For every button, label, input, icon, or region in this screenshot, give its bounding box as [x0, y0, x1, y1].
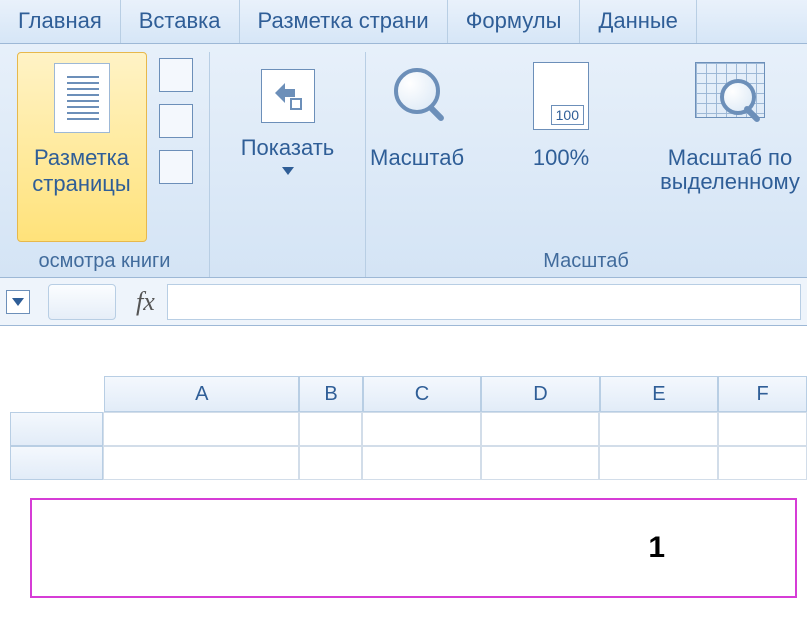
cell[interactable] — [481, 412, 600, 446]
group-label-zoom: Масштаб — [543, 250, 629, 273]
tab-insert[interactable]: Вставка — [121, 0, 240, 43]
cell[interactable] — [299, 446, 362, 480]
zoom-100-button[interactable]: 100% — [501, 62, 621, 194]
group-show: Показать — [210, 52, 366, 277]
tab-formulas[interactable]: Формулы — [448, 0, 581, 43]
doc-100-icon — [533, 62, 589, 130]
cell[interactable] — [362, 412, 481, 446]
worksheet-area: A B C D E F 1 — [0, 326, 807, 598]
grid-zoom-icon — [695, 62, 765, 118]
cell[interactable] — [718, 446, 807, 480]
col-header-E[interactable]: E — [600, 376, 718, 412]
cell[interactable] — [362, 446, 481, 480]
name-box-dropdown[interactable] — [6, 290, 30, 314]
cell[interactable] — [718, 412, 807, 446]
tab-home[interactable]: Главная — [0, 0, 121, 43]
table-row — [10, 412, 807, 446]
cell[interactable] — [481, 446, 600, 480]
page-number: 1 — [648, 531, 665, 565]
page-header-section[interactable]: 1 — [30, 498, 797, 598]
magnifier-icon — [394, 68, 440, 114]
menu-tabs: Главная Вставка Разметка страни Формулы … — [0, 0, 807, 44]
view-small-3-icon[interactable] — [159, 150, 193, 184]
col-header-F[interactable]: F — [718, 376, 807, 412]
zoom-to-selection-button[interactable]: Масштаб по выделенному — [645, 62, 807, 194]
group-label-views: осмотра книги — [39, 250, 171, 273]
fx-label: fx — [136, 287, 155, 317]
zoom-label: Масштаб — [370, 146, 464, 170]
page-layout-icon — [54, 63, 110, 133]
table-row — [10, 446, 807, 480]
cell[interactable] — [599, 446, 718, 480]
group-zoom: Масштаб 100% Масштаб по выделенному Масш… — [366, 52, 806, 277]
page-layout-view-button[interactable]: Разметка страницы — [17, 52, 147, 242]
cell[interactable] — [103, 412, 299, 446]
insert-function-button[interactable] — [48, 284, 116, 320]
tab-data[interactable]: Данные — [580, 0, 696, 43]
cell[interactable] — [299, 412, 362, 446]
zoom-100-label: 100% — [533, 146, 589, 170]
zoom-selection-label: Масштаб по выделенному — [660, 146, 800, 194]
page-layout-view-label: Разметка страницы — [32, 145, 130, 198]
show-icon — [261, 69, 315, 123]
col-header-D[interactable]: D — [481, 376, 599, 412]
chevron-down-icon — [12, 298, 24, 306]
cell[interactable] — [103, 446, 299, 480]
show-label: Показать — [241, 135, 335, 161]
col-header-C[interactable]: C — [363, 376, 481, 412]
row-header[interactable] — [10, 446, 103, 480]
view-small-2-icon[interactable] — [159, 104, 193, 138]
ribbon: Разметка страницы осмотра книги Показать… — [0, 44, 807, 278]
chevron-down-icon — [282, 167, 294, 175]
show-dropdown[interactable]: Показать — [228, 62, 348, 182]
cell[interactable] — [599, 412, 718, 446]
column-headers: A B C D E F — [104, 376, 807, 412]
row-header[interactable] — [10, 412, 103, 446]
view-small-1-icon[interactable] — [159, 58, 193, 92]
col-header-A[interactable]: A — [104, 376, 299, 412]
formula-bar: fx — [0, 278, 807, 326]
formula-input[interactable] — [167, 284, 801, 320]
group-workbook-views: Разметка страницы осмотра книги — [0, 52, 210, 277]
col-header-B[interactable]: B — [299, 376, 362, 412]
tab-pagelayout[interactable]: Разметка страни — [240, 0, 448, 43]
zoom-button[interactable]: Масштаб — [357, 62, 477, 194]
